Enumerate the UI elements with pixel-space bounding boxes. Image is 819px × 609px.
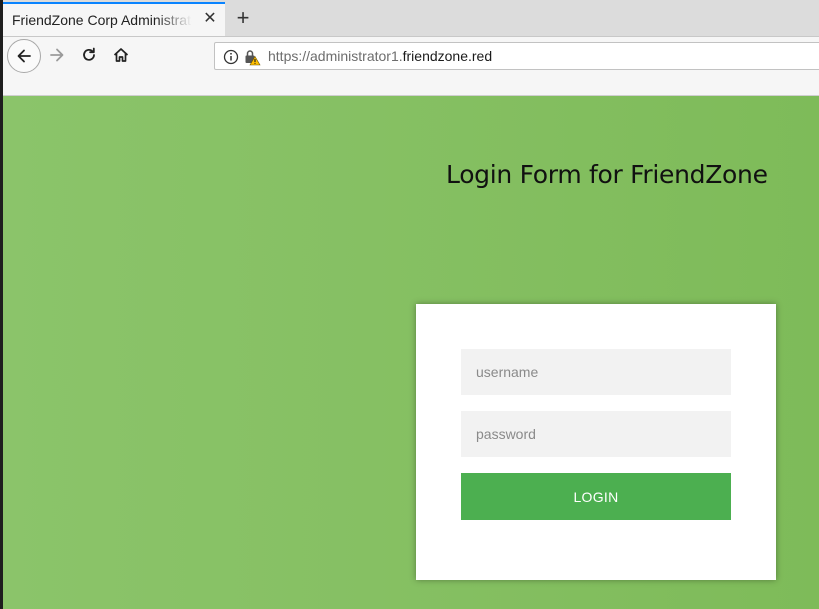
tab-strip: FriendZone Corp Administrator ✕ +	[3, 0, 819, 37]
close-tab-icon[interactable]: ✕	[201, 10, 219, 28]
navigation-toolbar: https://administrator1.friendzone.red	[3, 37, 819, 96]
tab-title: FriendZone Corp Administrator	[12, 12, 192, 28]
page-content: Login Form for FriendZone LOGIN	[3, 96, 819, 609]
info-icon[interactable]	[223, 49, 239, 65]
page-title: Login Form for FriendZone	[446, 160, 768, 189]
url-prefix: https://administrator1.	[268, 48, 403, 64]
reload-button[interactable]	[75, 41, 103, 69]
insecure-lock-icon[interactable]	[243, 48, 261, 66]
login-form: LOGIN	[416, 304, 776, 580]
home-button[interactable]	[107, 41, 135, 69]
forward-arrow-icon	[50, 48, 64, 62]
browser-window: FriendZone Corp Administrator ✕ + https:…	[3, 0, 819, 609]
reload-icon	[83, 47, 95, 61]
back-button[interactable]	[7, 39, 41, 73]
home-icon	[113, 48, 129, 62]
url-domain: friendzone.red	[402, 48, 493, 64]
tab-active[interactable]: FriendZone Corp Administrator ✕	[3, 2, 225, 36]
username-input[interactable]	[461, 349, 731, 395]
url-text: https://administrator1.friendzone.red	[268, 48, 492, 64]
new-tab-button[interactable]: +	[231, 6, 255, 30]
back-arrow-icon	[17, 49, 31, 63]
password-input[interactable]	[461, 411, 731, 457]
address-bar[interactable]: https://administrator1.friendzone.red	[214, 42, 819, 70]
login-button[interactable]: LOGIN	[461, 473, 731, 520]
forward-button[interactable]	[43, 41, 71, 69]
